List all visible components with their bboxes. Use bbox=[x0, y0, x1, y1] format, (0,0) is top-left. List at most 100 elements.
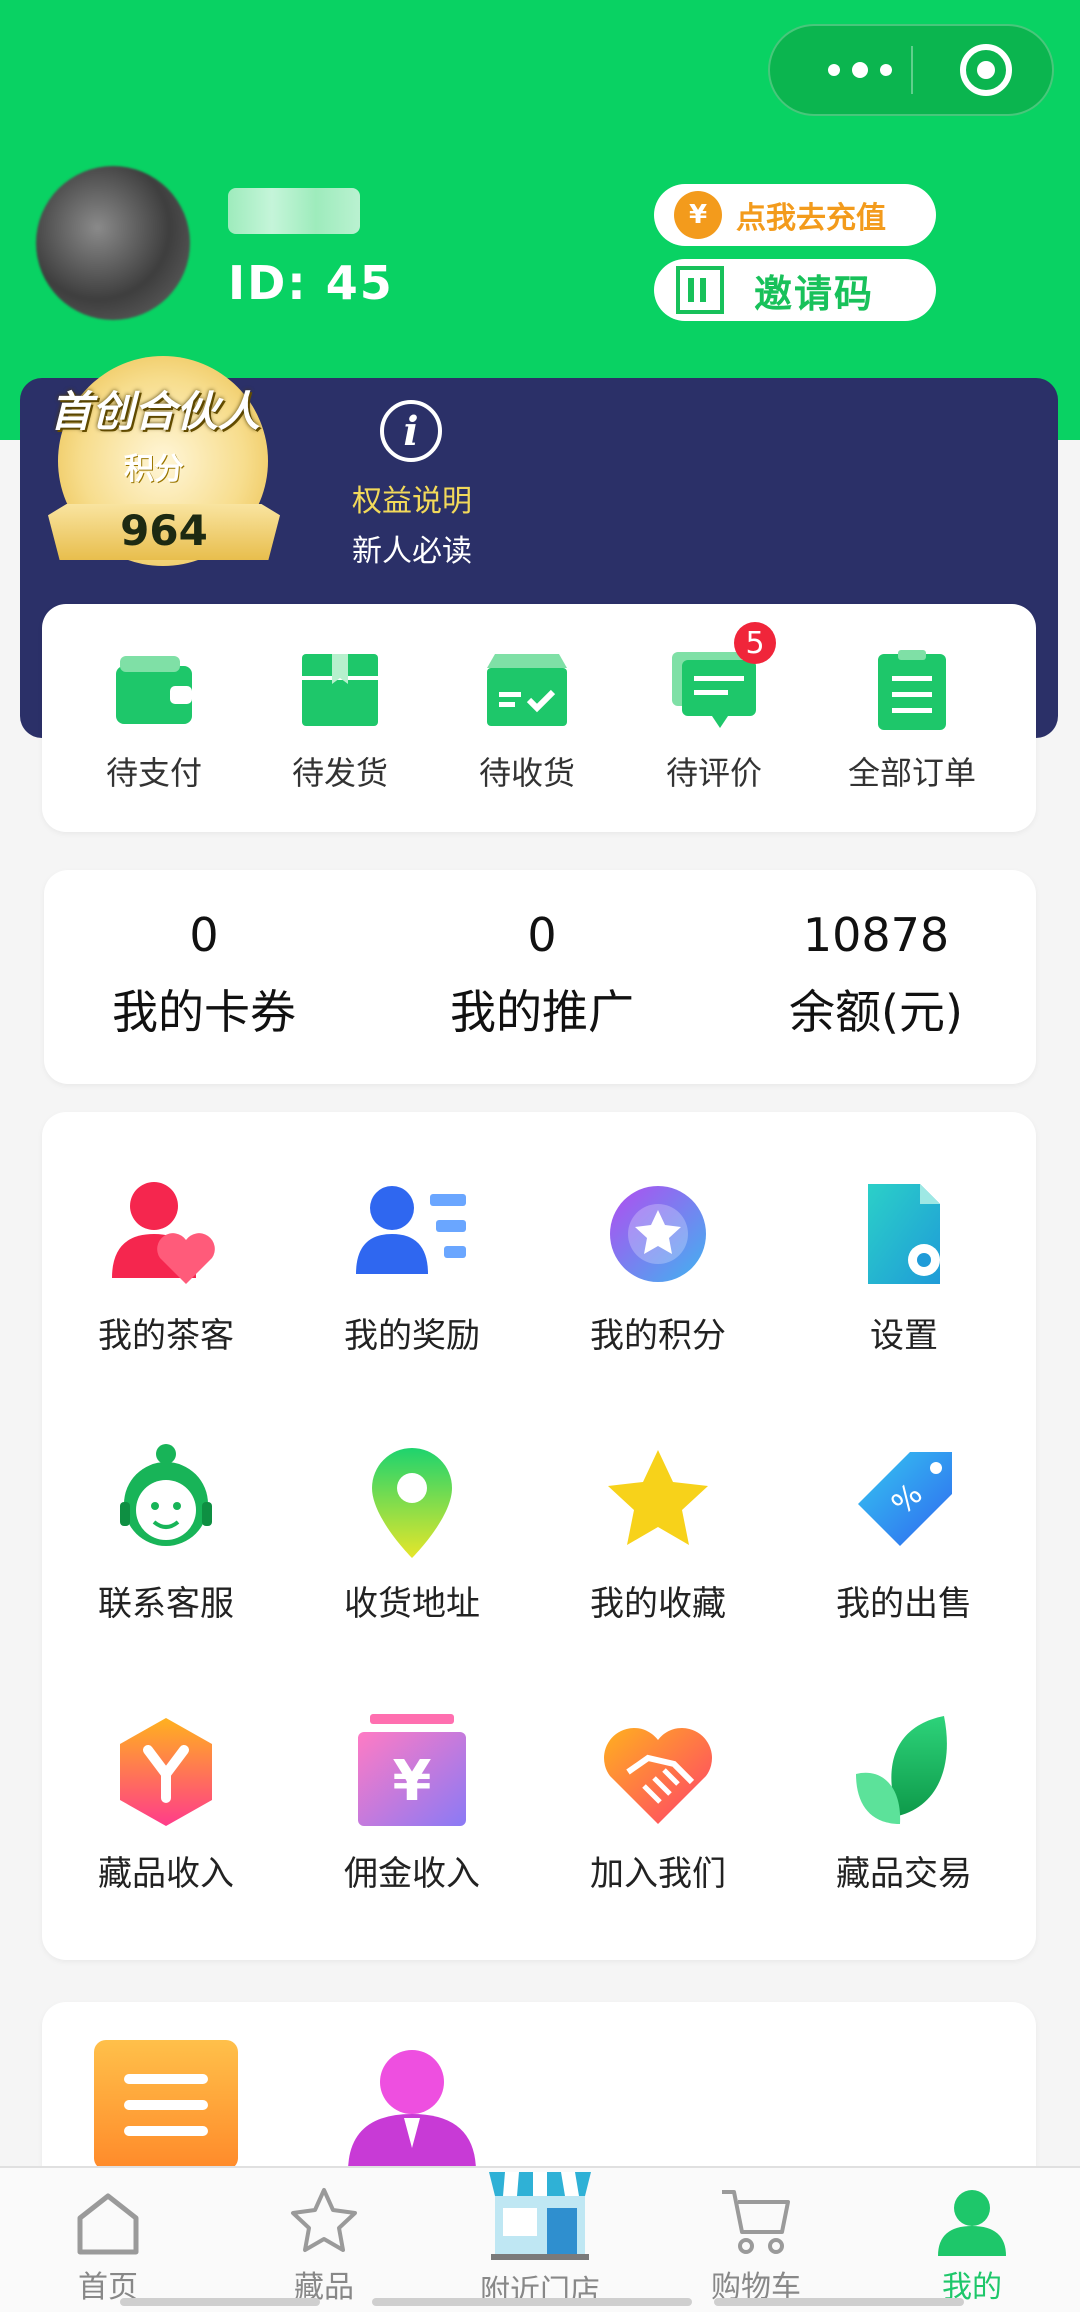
menu-shipping-address[interactable]: 收货地址 bbox=[312, 1442, 512, 1625]
miniprogram-capsule bbox=[768, 24, 1054, 116]
invite-code-button[interactable]: 邀请码 bbox=[654, 259, 936, 321]
menu-label: 加入我们 bbox=[590, 1854, 726, 1894]
menu-label: 藏品收入 bbox=[98, 1854, 234, 1894]
menu-label: 我的茶客 bbox=[98, 1316, 234, 1356]
menu-tea-customers[interactable]: 我的茶客 bbox=[66, 1174, 266, 1357]
capsule-divider bbox=[911, 46, 913, 94]
info-icon[interactable]: i bbox=[380, 400, 442, 462]
leaf-icon bbox=[844, 1712, 964, 1832]
order-pending-shipment[interactable]: 待发货 bbox=[260, 650, 420, 794]
menu-label: 我的积分 bbox=[590, 1316, 726, 1356]
star-icon bbox=[598, 1442, 718, 1562]
menu-label: 联系客服 bbox=[98, 1584, 234, 1624]
more-dots-icon[interactable] bbox=[810, 26, 910, 114]
partner-title: 首创合伙人 bbox=[50, 387, 261, 436]
orders-card: 待支付 待发货 待收货 5 待评价 全部订单 bbox=[42, 604, 1036, 832]
stat-label: 我的卡券 bbox=[112, 985, 296, 1039]
target-circle-icon[interactable] bbox=[960, 44, 1012, 96]
profile-icon bbox=[936, 2186, 1008, 2258]
order-label: 待收货 bbox=[478, 754, 575, 792]
tab-cart[interactable]: 购物车 bbox=[686, 2186, 826, 2306]
recharge-label: 点我去充值 bbox=[736, 201, 886, 236]
package-icon bbox=[298, 650, 382, 730]
service-grid: 我的茶客 我的奖励 我的积分 设置 联系客服 收货地址 我的收藏 % 我的出售 … bbox=[42, 1112, 1036, 1960]
order-label: 全部订单 bbox=[847, 754, 976, 792]
menu-my-sales[interactable]: % 我的出售 bbox=[804, 1442, 1004, 1625]
menu-label: 收货地址 bbox=[344, 1584, 480, 1624]
price-tag-icon: % bbox=[844, 1442, 964, 1562]
menu-join-us[interactable]: 加入我们 bbox=[558, 1712, 758, 1895]
handshake-icon bbox=[598, 1712, 718, 1832]
points-medal[interactable]: 首创合伙人 积分 964 bbox=[48, 356, 280, 566]
yen-hexagon-icon bbox=[106, 1712, 226, 1832]
invite-label: 邀请码 bbox=[754, 271, 875, 316]
menu-favorites[interactable]: 我的收藏 bbox=[558, 1442, 758, 1625]
menu-collection-trading[interactable]: 藏品交易 bbox=[804, 1712, 1004, 1895]
order-pending-payment[interactable]: 待支付 bbox=[74, 650, 234, 794]
agent-person-icon[interactable] bbox=[342, 2042, 482, 2172]
unread-badge: 5 bbox=[734, 622, 776, 664]
scroll-indicator bbox=[120, 2298, 320, 2306]
star-outline-icon bbox=[288, 2186, 360, 2258]
menu-label: 我的收藏 bbox=[590, 1584, 726, 1624]
order-label: 待发货 bbox=[291, 754, 388, 792]
comment-icon: 5 bbox=[672, 622, 776, 730]
tab-collections[interactable]: 藏品 bbox=[254, 2186, 394, 2306]
menu-rewards[interactable]: 我的奖励 bbox=[312, 1174, 512, 1357]
notes-icon[interactable] bbox=[94, 2040, 238, 2170]
stat-label: 我的推广 bbox=[450, 985, 634, 1039]
menu-settings[interactable]: 设置 bbox=[804, 1174, 1004, 1357]
menu-customer-service[interactable]: 联系客服 bbox=[66, 1442, 266, 1625]
menu-label: 我的出售 bbox=[836, 1584, 972, 1624]
money-bag-icon: ¥ bbox=[674, 191, 722, 239]
stat-value: 10878 bbox=[802, 908, 950, 962]
menu-label: 设置 bbox=[870, 1316, 938, 1356]
store-icon bbox=[485, 2162, 595, 2262]
newbie-guide-text: 新人必读 bbox=[352, 534, 472, 569]
stat-coupons[interactable]: 0 我的卡券 bbox=[54, 908, 354, 1042]
tab-home[interactable]: 首页 bbox=[38, 2186, 178, 2306]
delivery-box-icon bbox=[485, 650, 569, 730]
stat-balance[interactable]: 10878 余额(元) bbox=[726, 908, 1026, 1042]
stat-value: 0 bbox=[527, 908, 557, 962]
clipboard-icon bbox=[870, 650, 954, 730]
settings-doc-icon bbox=[844, 1174, 964, 1294]
scroll-indicator bbox=[372, 2298, 692, 2306]
tab-mine[interactable]: 我的 bbox=[902, 2186, 1042, 2306]
rights-link[interactable]: 权益说明 bbox=[352, 476, 472, 520]
stat-promotion[interactable]: 0 我的推广 bbox=[392, 908, 692, 1042]
stat-value: 0 bbox=[189, 908, 219, 962]
yen-box-icon: ¥ bbox=[352, 1712, 472, 1832]
scroll-indicator bbox=[714, 2298, 964, 2306]
points-label: 积分 bbox=[124, 452, 184, 487]
user-list-icon bbox=[352, 1174, 472, 1294]
menu-commission-income[interactable]: ¥ 佣金收入 bbox=[312, 1712, 512, 1895]
user-heart-icon bbox=[106, 1174, 226, 1294]
tab-nearby-stores[interactable]: 附近门店 bbox=[470, 2162, 610, 2310]
menu-label: 藏品交易 bbox=[836, 1854, 972, 1894]
location-pin-icon bbox=[352, 1442, 472, 1562]
bottom-tab-bar: 首页 藏品 附近门店 购物车 我的 bbox=[0, 2166, 1080, 2312]
wallet-icon bbox=[112, 650, 196, 730]
star-badge-icon bbox=[598, 1174, 718, 1294]
order-pending-receipt[interactable]: 待收货 bbox=[447, 650, 607, 794]
cart-icon bbox=[720, 2186, 792, 2258]
menu-label: 佣金收入 bbox=[344, 1854, 480, 1894]
order-pending-review[interactable]: 5 待评价 bbox=[634, 622, 794, 794]
points-value: 964 bbox=[120, 506, 208, 555]
stats-card: 0 我的卡券 0 我的推广 10878 余额(元) bbox=[44, 870, 1036, 1084]
qr-code-icon bbox=[676, 266, 724, 314]
recharge-button[interactable]: ¥ 点我去充值 bbox=[654, 184, 936, 246]
user-id: ID: 45 bbox=[228, 256, 394, 310]
svg-text:¥: ¥ bbox=[393, 1749, 432, 1814]
order-label: 待支付 bbox=[105, 754, 202, 792]
customer-service-icon bbox=[106, 1442, 226, 1562]
menu-points[interactable]: 我的积分 bbox=[558, 1174, 758, 1357]
menu-label: 我的奖励 bbox=[344, 1316, 480, 1356]
username-blurred bbox=[228, 188, 360, 234]
avatar[interactable] bbox=[36, 166, 190, 320]
order-all[interactable]: 全部订单 bbox=[832, 650, 992, 794]
home-icon bbox=[72, 2186, 144, 2258]
stat-label: 余额(元) bbox=[789, 985, 963, 1039]
menu-collection-income[interactable]: 藏品收入 bbox=[66, 1712, 266, 1895]
